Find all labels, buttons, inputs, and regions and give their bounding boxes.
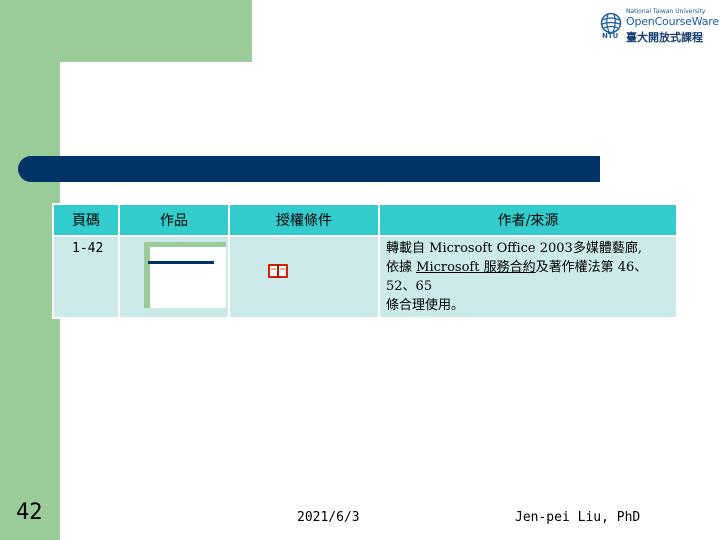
header-author-source: 作者/來源: [378, 203, 678, 237]
green-background-left: [0, 0, 60, 540]
slide-template-thumbnail: [144, 242, 226, 308]
logo-university-name: National Taiwan University: [626, 8, 706, 15]
slide-number: 42: [16, 500, 43, 525]
footer-author: Jen-pei Liu, PhD: [515, 510, 641, 525]
globe-icon: [600, 12, 622, 34]
source-line-2: 依據 Microsoft 服務合約及著作權法第 46、52、65: [386, 258, 670, 296]
header-license: 授權條件: [228, 203, 380, 237]
cell-work: [118, 235, 230, 319]
header-page: 頁碼: [52, 203, 120, 237]
cell-pages: 1-42: [52, 235, 120, 319]
source-prefix: 依據: [386, 260, 417, 275]
logo-chinese-name: 臺大開放式課程: [626, 31, 703, 44]
ntu-ocw-logo[interactable]: NTU National Taiwan University OpenCours…: [600, 8, 719, 44]
footer-date: 2021/6/3: [297, 510, 360, 525]
table-header-row: 頁碼 作品 授權條件 作者/來源: [52, 203, 678, 237]
table-row: 1-42 轉載自 Microsoft Office 2003多媒體藝廊, 依據 …: [52, 235, 678, 319]
logo-ntu-text: NTU: [602, 32, 619, 40]
microsoft-agreement-link[interactable]: Microsoft 服務合約: [416, 260, 535, 275]
cell-author-source: 轉載自 Microsoft Office 2003多媒體藝廊, 依據 Micro…: [378, 235, 678, 319]
header-work: 作品: [118, 203, 230, 237]
title-bar: [18, 156, 600, 182]
logo-opencourseware: OpenCourseWare: [626, 15, 719, 28]
source-line-3: 條合理使用。: [386, 298, 465, 313]
copyright-table: 頁碼 作品 授權條件 作者/來源 1-42 轉載自 Microsoft Offi…: [52, 203, 678, 319]
open-book-icon: [268, 264, 288, 278]
cell-license: [228, 235, 380, 319]
source-line-1: 轉載自 Microsoft Office 2003多媒體藝廊,: [386, 241, 642, 256]
